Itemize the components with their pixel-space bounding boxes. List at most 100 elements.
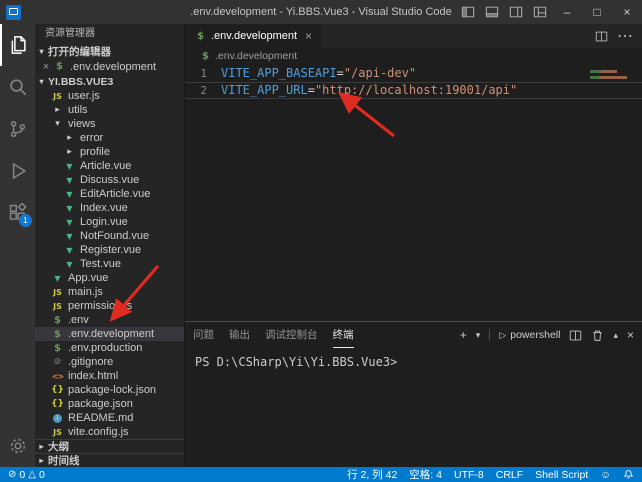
new-terminal-icon[interactable]: + bbox=[460, 328, 467, 342]
maximize-button[interactable]: □ bbox=[582, 0, 612, 24]
monitor-icon bbox=[9, 8, 18, 15]
tree-item[interactable]: ▼ Article.vue bbox=[35, 159, 184, 173]
tree-item-label: index.html bbox=[68, 370, 118, 382]
close-tab-icon[interactable]: × bbox=[305, 29, 312, 43]
minimap[interactable] bbox=[588, 66, 636, 110]
tree-item[interactable]: ▾ views bbox=[35, 117, 184, 131]
extensions-icon[interactable]: 1 bbox=[0, 192, 35, 234]
panel-tab-label: 问题 bbox=[193, 327, 214, 342]
error-icon: ⊘ bbox=[8, 469, 16, 480]
titlebar-actions: – □ × bbox=[456, 0, 642, 24]
tree-item-label: .gitignore bbox=[68, 356, 113, 368]
shell-label: powershell bbox=[510, 329, 560, 341]
project-root-header[interactable]: ▾ YI.BBS.VUE3 bbox=[35, 74, 184, 89]
tree-item-label: package-lock.json bbox=[68, 384, 156, 396]
split-terminal-icon[interactable] bbox=[569, 329, 582, 342]
outline-header[interactable]: ▸ 大纲 bbox=[35, 439, 184, 453]
tree-item[interactable]: JS main.js bbox=[35, 285, 184, 299]
code-line-1[interactable]: 1VITE_APP_BASEAPI="/api-dev" bbox=[185, 65, 642, 82]
sidebar-title: 资源管理器 bbox=[35, 24, 184, 44]
tree-item[interactable]: <> index.html bbox=[35, 369, 184, 383]
close-editor-icon[interactable]: × bbox=[40, 61, 52, 73]
maximize-panel-icon[interactable]: ▴ bbox=[613, 330, 618, 341]
open-editors-header[interactable]: ▾ 打开的编辑器 bbox=[35, 44, 184, 59]
equals-operator: = bbox=[337, 66, 344, 81]
tree-item[interactable]: $ .env.production bbox=[35, 341, 184, 355]
panel-tab-输出[interactable]: 输出 bbox=[229, 322, 250, 348]
tree-item[interactable]: ▸ utils bbox=[35, 103, 184, 117]
code-line-2[interactable]: 2VITE_APP_URL="http://localhost:19001/ap… bbox=[185, 82, 642, 99]
eol-status[interactable]: CRLF bbox=[496, 469, 523, 481]
panel-tab-问题[interactable]: 问题 bbox=[193, 322, 214, 348]
tree-item[interactable]: {} package-lock.json bbox=[35, 383, 184, 397]
toggle-panel-icon[interactable] bbox=[480, 0, 504, 24]
search-icon[interactable] bbox=[0, 66, 35, 108]
panel-tab-终端[interactable]: 终端 bbox=[333, 322, 354, 348]
terminal-icon: ▷ bbox=[499, 330, 506, 341]
tree-item[interactable]: ▸ profile bbox=[35, 145, 184, 159]
tree-item[interactable]: ▼ Register.vue bbox=[35, 243, 184, 257]
more-actions-icon[interactable]: ⋯ bbox=[617, 26, 633, 46]
vscode-window: .env.development - Yi.BBS.Vue3 - Visual … bbox=[0, 0, 642, 482]
breadcrumb[interactable]: $ .env.development bbox=[185, 48, 642, 64]
panel-tab-调试控制台[interactable]: 调试控制台 bbox=[265, 322, 318, 348]
feedback-smiley-icon[interactable]: ☺ bbox=[600, 469, 611, 481]
kill-terminal-icon[interactable] bbox=[591, 329, 604, 342]
terminal-content[interactable]: PS D:\CSharp\Yi\Yi.BBS.Vue3> bbox=[185, 348, 642, 467]
tree-item[interactable]: ▼ EditArticle.vue bbox=[35, 187, 184, 201]
close-panel-icon[interactable]: × bbox=[627, 328, 634, 342]
tree-item[interactable]: ▼ Index.vue bbox=[35, 201, 184, 215]
tree-item-label: NotFound.vue bbox=[80, 230, 149, 242]
tree-item[interactable]: ▼ Discuss.vue bbox=[35, 173, 184, 187]
language-mode-status[interactable]: Shell Script bbox=[535, 469, 588, 481]
split-editor-icon[interactable] bbox=[595, 30, 608, 43]
tree-item[interactable]: ▸ error bbox=[35, 131, 184, 145]
open-editor-item[interactable]: × $ .env.development bbox=[35, 59, 184, 74]
timeline-header[interactable]: ▸ 时间线 bbox=[35, 453, 184, 467]
env-key: VITE_APP_URL bbox=[221, 83, 308, 98]
close-button[interactable]: × bbox=[612, 0, 642, 24]
tree-item[interactable]: ▼ Login.vue bbox=[35, 215, 184, 229]
indentation-status[interactable]: 空格: 4 bbox=[409, 467, 442, 482]
timeline-label: 时间线 bbox=[48, 453, 80, 467]
env-file-icon: $ bbox=[51, 313, 64, 327]
tab-env-development[interactable]: $ .env.development × bbox=[185, 24, 321, 48]
folder-collapsed-icon: ▸ bbox=[63, 145, 76, 159]
chevron-down-icon: ▾ bbox=[35, 77, 48, 86]
toggle-secondary-sidebar-icon[interactable] bbox=[504, 0, 528, 24]
tree-item[interactable]: i README.md bbox=[35, 411, 184, 425]
explorer-sidebar: 资源管理器 ▾ 打开的编辑器 × $ .env.development ▾ YI… bbox=[35, 24, 185, 467]
code-editor[interactable]: 1VITE_APP_BASEAPI="/api-dev" 2VITE_APP_U… bbox=[185, 64, 642, 321]
encoding-status[interactable]: UTF-8 bbox=[454, 469, 484, 481]
tree-item[interactable]: ▼ Test.vue bbox=[35, 257, 184, 271]
tree-item[interactable]: ▼ App.vue bbox=[35, 271, 184, 285]
tab-label: .env.development bbox=[211, 30, 297, 42]
env-value: "http://localhost:19001/api" bbox=[315, 83, 517, 98]
json-file-icon: {} bbox=[51, 397, 64, 411]
tree-item[interactable]: $ .env bbox=[35, 313, 184, 327]
tree-item[interactable]: JS vite.config.js bbox=[35, 425, 184, 439]
project-root-label: YI.BBS.VUE3 bbox=[48, 76, 113, 88]
minimize-button[interactable]: – bbox=[552, 0, 582, 24]
open-editors-label: 打开的编辑器 bbox=[48, 44, 111, 59]
settings-gear-icon[interactable] bbox=[0, 425, 35, 467]
explorer-icon[interactable] bbox=[0, 24, 35, 66]
customize-layout-icon[interactable] bbox=[528, 0, 552, 24]
tree-item[interactable]: ▼ NotFound.vue bbox=[35, 229, 184, 243]
tree-item[interactable]: {} package.json bbox=[35, 397, 184, 411]
tree-item[interactable]: ⊘ .gitignore bbox=[35, 355, 184, 369]
tree-item[interactable]: JS user.js bbox=[35, 89, 184, 103]
vscode-app-icon[interactable] bbox=[6, 5, 21, 20]
toggle-sidebar-icon[interactable] bbox=[456, 0, 480, 24]
cursor-position-status[interactable]: 行 2, 列 42 bbox=[347, 467, 397, 482]
run-debug-icon[interactable] bbox=[0, 150, 35, 192]
env-file-icon: $ bbox=[51, 341, 64, 355]
tree-item-label: views bbox=[68, 118, 96, 130]
terminal-dropdown-icon[interactable]: ▾ bbox=[476, 330, 481, 341]
tree-item[interactable]: JS permission.js bbox=[35, 299, 184, 313]
shell-selector[interactable]: ▷ powershell bbox=[499, 329, 560, 341]
problems-status[interactable]: ⊘ 0 △ 0 bbox=[8, 469, 45, 481]
source-control-icon[interactable] bbox=[0, 108, 35, 150]
notifications-bell-icon[interactable] bbox=[623, 469, 634, 480]
tree-item[interactable]: $ .env.development bbox=[35, 327, 184, 341]
